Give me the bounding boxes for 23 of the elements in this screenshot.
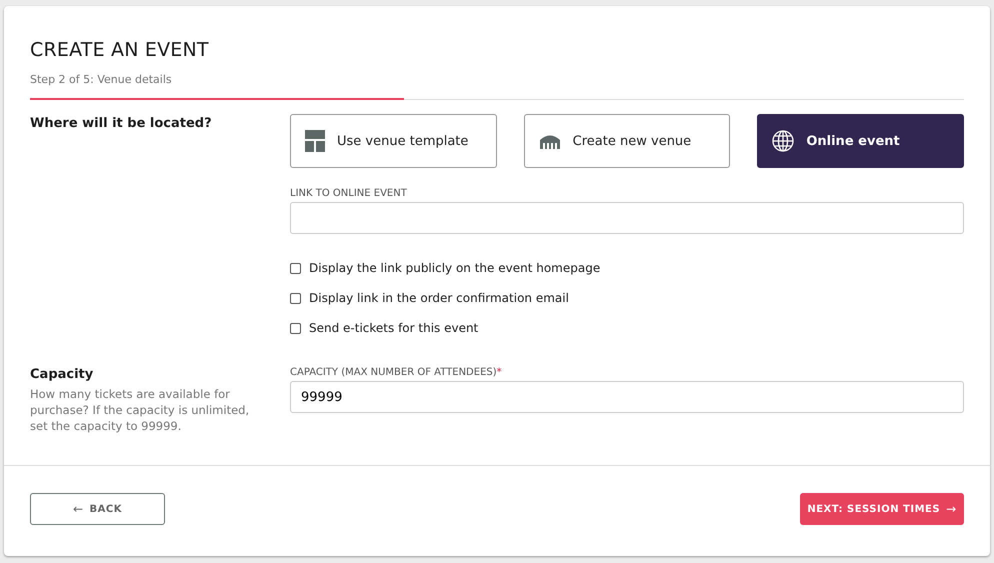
venue-option[interactable]: Use venue template	[290, 114, 497, 168]
field-label: LINK TO ONLINE EVENT	[290, 188, 408, 199]
checkbox[interactable]	[290, 292, 301, 304]
stadium-icon	[538, 133, 561, 149]
page-title: CREATE AN EVENT	[30, 39, 210, 61]
venue-option[interactable]: Create new venue	[524, 114, 730, 168]
link-input-field[interactable]	[290, 202, 964, 234]
next-button[interactable]: NEXT: SESSION TIMES →	[800, 493, 964, 525]
checkbox[interactable]	[290, 262, 301, 274]
capacity-input-field[interactable]: 99999	[290, 381, 964, 413]
checkbox-label: Display link in the order confirmation email	[309, 291, 569, 305]
layout-icon	[305, 130, 325, 152]
section-label: Where will it be located?	[30, 116, 213, 131]
venue-option[interactable]: Online event	[757, 114, 964, 168]
back-button[interactable]: ← BACK	[30, 493, 165, 525]
section-description: How many tickets are available for purchase? If the capacity is unlimited, set the capacity to 99999.	[30, 386, 250, 434]
checkbox[interactable]	[290, 322, 301, 334]
globe-icon	[772, 130, 794, 152]
field-label: CAPACITY (MAX NUMBER OF ATTENDEES)*	[290, 367, 503, 378]
checkbox-label: Display the link publicly on the event homepage	[309, 261, 600, 275]
step-subtitle: Step 2 of 5: Venue details	[30, 73, 173, 86]
checkbox-label: Send e-tickets for this event	[309, 321, 478, 335]
section-label: Capacity	[30, 367, 94, 382]
